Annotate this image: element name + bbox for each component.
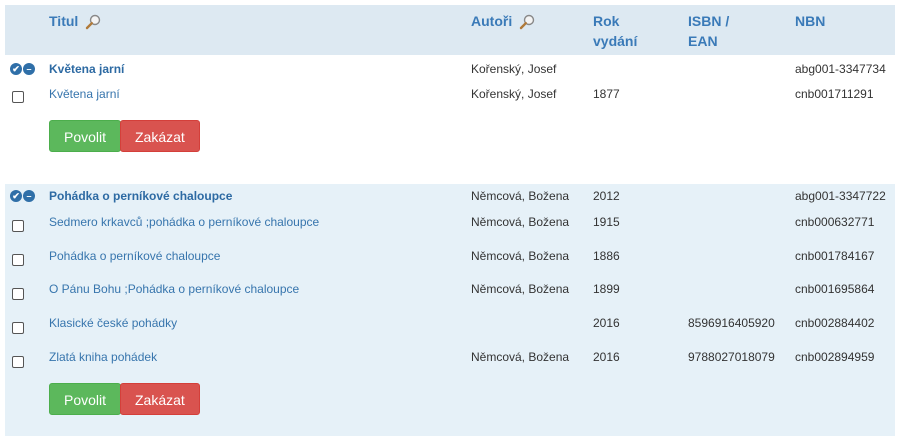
deny-button[interactable]: Zakázat	[120, 120, 200, 152]
row-title[interactable]: Klasické české pohádky	[49, 313, 177, 333]
row-nbn: cnb001711291	[795, 87, 874, 101]
group-main-row: ✔ – Květena jarní Kořenský, Josef abg001-…	[5, 59, 895, 79]
row-nbn: cnb002894959	[795, 350, 875, 364]
table-row: Sedmero krkavců ;pohádka o perníkové cha…	[5, 212, 895, 232]
row-nbn: cnb001784167	[795, 249, 875, 263]
group-controls: ✔ –	[10, 190, 36, 210]
authors-search-icon[interactable]	[519, 14, 535, 30]
col-isbn-header: ISBN / EAN	[688, 11, 729, 51]
row-year: 2016	[593, 316, 620, 330]
row-author: Němcová, Božena	[471, 249, 570, 263]
table-row: Pohádka o perníkové chaloupce Němcová, B…	[5, 246, 895, 266]
group-nbn: abg001-3347722	[795, 189, 886, 203]
row-nbn: cnb002884402	[795, 316, 875, 330]
col-year-label-1: Rok	[593, 13, 620, 29]
row-checkbox[interactable]	[12, 322, 24, 334]
group-controls: ✔ –	[10, 63, 36, 83]
records-table: Titul Autoři Rok vydání ISBN / EAN NBN ✔…	[5, 5, 895, 436]
row-year: 1886	[593, 249, 620, 263]
col-title-label: Titul	[49, 13, 79, 29]
row-checkbox[interactable]	[12, 91, 24, 103]
table-header: Titul Autoři Rok vydání ISBN / EAN NBN	[5, 5, 895, 55]
col-authors-header[interactable]: Autoři	[471, 11, 535, 31]
row-author: Němcová, Božena	[471, 215, 570, 229]
col-nbn-label: NBN	[795, 13, 826, 29]
row-isbn: 9788027018079	[688, 350, 775, 364]
deny-button[interactable]: Zakázat	[120, 383, 200, 415]
table-row: Květena jarní Kořenský, Josef 1877 cnb00…	[5, 84, 895, 104]
title-search-icon[interactable]	[85, 14, 101, 30]
allow-button[interactable]: Povolit	[49, 383, 122, 415]
table-row: Klasické české pohádky 2016 859691640592…	[5, 313, 895, 334]
row-title[interactable]: Květena jarní	[49, 84, 120, 104]
col-nbn-header: NBN	[795, 11, 825, 31]
group-author: Němcová, Božena	[471, 189, 570, 203]
table-row: Zlatá kniha pohádek Němcová, Božena 2016…	[5, 347, 895, 368]
row-year: 1915	[593, 215, 620, 229]
col-isbn-label-2: EAN	[688, 33, 718, 49]
row-checkbox[interactable]	[12, 220, 24, 232]
minus-circle-icon[interactable]: –	[23, 190, 35, 202]
group-author: Kořenský, Josef	[471, 62, 557, 76]
group-nbn: abg001-3347734	[795, 62, 886, 76]
record-group: ✔ – Pohádka o perníkové chaloupce Němcová…	[5, 184, 895, 436]
row-year: 1877	[593, 87, 620, 101]
row-checkbox[interactable]	[12, 356, 24, 368]
row-author: Němcová, Božena	[471, 350, 570, 364]
group-year: 2012	[593, 189, 620, 203]
row-nbn: cnb000632771	[795, 215, 875, 229]
check-circle-icon[interactable]: ✔	[10, 63, 22, 75]
row-title[interactable]: Sedmero krkavců ;pohádka o perníkové cha…	[49, 212, 319, 232]
row-nbn: cnb001695864	[795, 282, 875, 296]
minus-circle-icon[interactable]: –	[23, 63, 35, 75]
allow-button[interactable]: Povolit	[49, 120, 122, 152]
col-year-header: Rok vydání	[593, 11, 637, 51]
row-author: Kořenský, Josef	[471, 87, 557, 101]
col-year-label-2: vydání	[593, 33, 638, 49]
row-checkbox[interactable]	[12, 254, 24, 266]
group-title[interactable]: Pohádka o perníkové chaloupce	[49, 186, 232, 206]
row-author: Němcová, Božena	[471, 282, 570, 296]
group-main-row: ✔ – Pohádka o perníkové chaloupce Němcová…	[5, 186, 895, 206]
row-isbn: 8596916405920	[688, 316, 775, 330]
row-title[interactable]: Pohádka o perníkové chaloupce	[49, 246, 220, 266]
table-row: O Pánu Bohu ;Pohádka o perníkové chaloup…	[5, 279, 895, 300]
row-year: 2016	[593, 350, 620, 364]
row-checkbox[interactable]	[12, 288, 24, 300]
row-year: 1899	[593, 282, 620, 296]
col-isbn-label-1: ISBN /	[688, 13, 730, 29]
record-group: ✔ – Květena jarní Kořenský, Josef abg001-…	[5, 55, 895, 184]
col-title-header[interactable]: Titul	[49, 11, 101, 31]
group-title[interactable]: Květena jarní	[49, 59, 124, 79]
col-authors-label: Autoři	[471, 13, 513, 29]
row-title[interactable]: O Pánu Bohu ;Pohádka o perníkové chaloup…	[49, 279, 299, 299]
row-title[interactable]: Zlatá kniha pohádek	[49, 347, 157, 367]
check-circle-icon[interactable]: ✔	[10, 190, 22, 202]
